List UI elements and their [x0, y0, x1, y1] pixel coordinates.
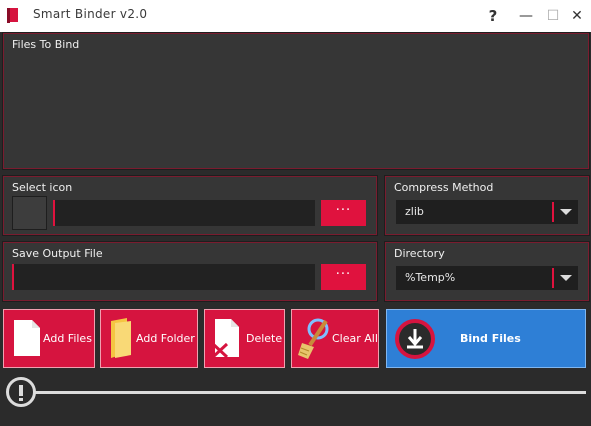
file-icon: [14, 320, 40, 356]
select-icon-panel: Select icon ···: [2, 175, 378, 236]
save-output-label: Save Output File: [12, 247, 103, 260]
maximize-button[interactable]: ☐: [542, 5, 564, 27]
directory-panel: Directory %Temp%: [384, 241, 590, 302]
compress-method-value: zlib: [405, 205, 424, 218]
help-button[interactable]: ?: [482, 5, 504, 27]
directory-value: %Temp%: [405, 271, 456, 284]
files-to-bind-panel[interactable]: Files To Bind: [2, 32, 590, 170]
broom-icon: [298, 318, 329, 359]
add-files-label: Add Files: [43, 332, 92, 345]
compress-method-select[interactable]: zlib: [396, 200, 578, 224]
download-icon: [395, 319, 435, 359]
minimize-button[interactable]: —: [515, 5, 537, 27]
clear-all-label: Clear All: [332, 332, 378, 345]
select-divider: [552, 202, 554, 222]
add-folder-label: Add Folder: [136, 332, 195, 345]
save-output-panel: Save Output File ···: [2, 241, 378, 302]
browse-icon-button[interactable]: ···: [321, 200, 366, 226]
bind-files-button[interactable]: Bind Files: [386, 309, 586, 368]
delete-button[interactable]: Delete: [204, 309, 285, 368]
chevron-down-icon[interactable]: [560, 275, 572, 281]
clear-all-button[interactable]: Clear All: [291, 309, 379, 368]
select-icon-label: Select icon: [12, 181, 73, 194]
files-to-bind-label: Files To Bind: [12, 38, 80, 51]
chevron-down-icon[interactable]: [560, 209, 572, 215]
icon-path-field[interactable]: [53, 200, 315, 226]
compress-method-label: Compress Method: [394, 181, 494, 194]
browse-output-button[interactable]: ···: [321, 264, 366, 290]
directory-label: Directory: [394, 247, 445, 260]
delete-file-icon: [211, 319, 239, 358]
bind-files-label: Bind Files: [460, 332, 521, 345]
app-icon: [7, 8, 18, 23]
close-button[interactable]: ✕: [566, 5, 588, 27]
alert-icon: [6, 377, 36, 407]
add-folder-button[interactable]: Add Folder: [100, 309, 198, 368]
delete-label: Delete: [246, 332, 283, 345]
directory-select[interactable]: %Temp%: [396, 266, 578, 290]
output-path-field[interactable]: [12, 264, 315, 290]
folder-icon: [111, 318, 131, 358]
title-bar: Smart Binder v2.0 ? — ☐ ✕: [0, 0, 591, 32]
select-divider: [552, 268, 554, 288]
alert-mark: [19, 385, 23, 396]
add-files-button[interactable]: Add Files: [3, 309, 95, 368]
compress-method-panel: Compress Method zlib: [384, 175, 590, 236]
alert-dot: [19, 398, 23, 401]
window-title: Smart Binder v2.0: [33, 7, 148, 21]
icon-preview: [12, 196, 47, 230]
progress-track: [20, 391, 586, 394]
